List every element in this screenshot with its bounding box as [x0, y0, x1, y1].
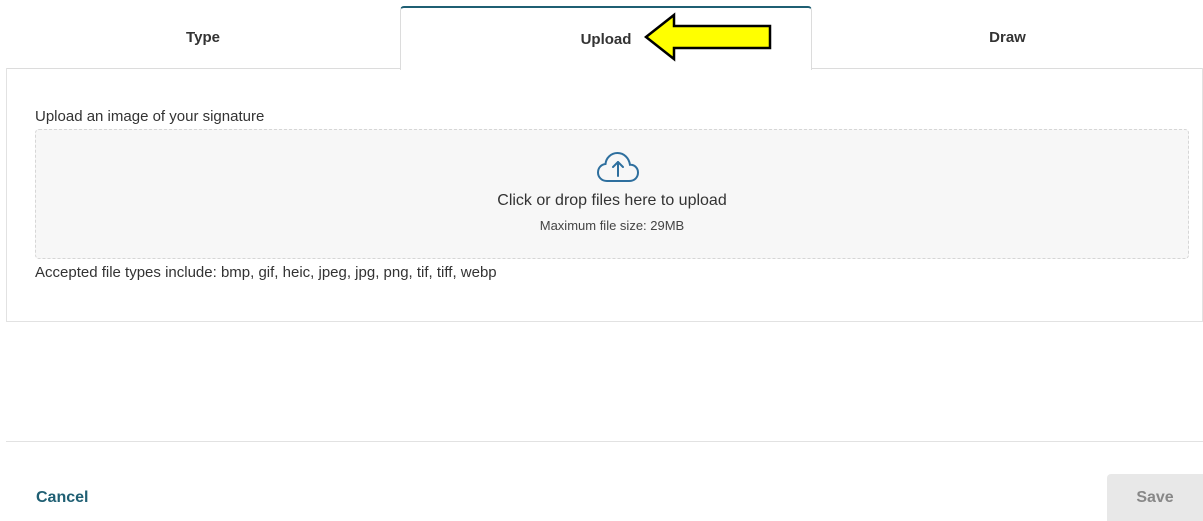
accepted-file-types: Accepted file types include: bmp, gif, h…: [35, 264, 497, 281]
file-dropzone[interactable]: Click or drop files here to upload Maxim…: [35, 129, 1189, 259]
dropzone-instruction: Click or drop files here to upload: [497, 192, 727, 209]
upload-label: Upload an image of your signature: [35, 108, 265, 125]
cancel-button[interactable]: Cancel: [36, 489, 88, 507]
save-button[interactable]: Save: [1107, 474, 1203, 521]
upload-panel: Upload an image of your signature Click …: [6, 68, 1203, 322]
tab-draw[interactable]: Draw: [812, 6, 1203, 69]
max-file-size: Maximum file size: 29MB: [539, 218, 685, 233]
footer-divider: [6, 441, 1203, 442]
arrow-left-icon: [644, 12, 772, 62]
signature-method-tabs: Type Upload Draw: [0, 0, 1203, 70]
tab-type[interactable]: Type: [6, 6, 400, 69]
signature-dialog: Type Upload Draw Upload an image of your…: [0, 0, 1203, 521]
cloud-upload-icon: [596, 151, 640, 182]
